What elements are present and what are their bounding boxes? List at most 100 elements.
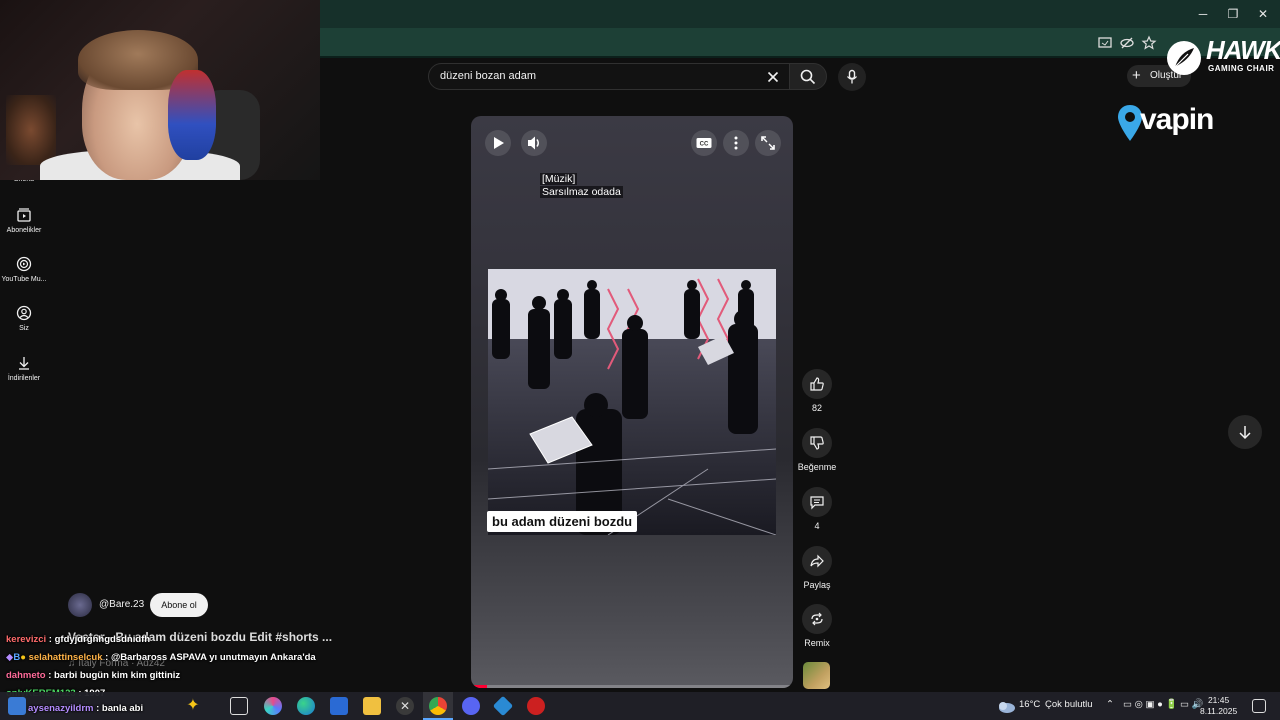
subscribe-button[interactable]: Abone ol [150, 593, 208, 617]
chat-message: kerevizci : gfdyjdrgnhgdsdnidfh [6, 634, 150, 645]
vapin-wordmark: vapin [1140, 103, 1214, 136]
video-caption-overlay: bu adam düzeni bozdu [487, 511, 638, 532]
chat-message: dahmeto : barbi bugün kim kim gittiniz [6, 670, 180, 681]
vapin-logo: vapin [1116, 103, 1236, 145]
screen: ─ ❐ ✕ Shorts Abonelikler YouTube Mu... S… [0, 0, 1280, 720]
comment-count: 4 [814, 521, 820, 531]
arrow-down-icon [1239, 426, 1251, 440]
search-icon [800, 69, 816, 85]
channel-avatar[interactable] [68, 593, 92, 617]
more-vertical-icon [734, 136, 738, 150]
subtitle-line-2: Sarsılmaz odada [540, 186, 623, 198]
dislike-button[interactable]: Beğenme [795, 428, 839, 472]
microphone-icon [846, 69, 858, 84]
fullscreen-icon [761, 136, 775, 150]
next-short-button[interactable] [1228, 415, 1262, 449]
minimize-icon[interactable]: ─ [1188, 4, 1218, 24]
chat-text: : gfdyjdrgnhgdsdnidfh [48, 634, 151, 645]
chrome-icon[interactable] [429, 697, 447, 715]
voice-search-button[interactable] [838, 63, 866, 91]
chat-username: aysenazyildrm [28, 703, 94, 714]
closed-captions-icon: CC [696, 138, 712, 148]
captions-button[interactable]: CC [691, 130, 717, 156]
system-clock[interactable]: 21:45 8.11.2025 [1200, 695, 1237, 717]
plus-icon: + [1132, 67, 1141, 84]
chat-text: : banla abi [96, 703, 144, 714]
fullscreen-button[interactable] [755, 130, 781, 156]
more-options-button[interactable] [723, 130, 749, 156]
weather-temperature: 16°C [1019, 699, 1041, 710]
eye-off-icon[interactable] [1119, 35, 1135, 51]
sidebar-item-label: Abonelikler [6, 227, 42, 234]
cloudy-weather-icon [999, 702, 1015, 713]
chat-username: selahattinselcuk [28, 652, 103, 663]
like-button[interactable]: 82 [795, 369, 839, 413]
share-button[interactable]: Paylaş [795, 546, 839, 590]
share-label: Paylaş [803, 580, 831, 590]
sidebar-item-label: YouTube Mu... [1, 276, 47, 283]
file-explorer-icon[interactable] [363, 697, 381, 715]
shorts-video-player[interactable]: CC [Müzik] Sarsılmaz odada bu adam düzen… [471, 116, 793, 688]
sidebar-item-downloads[interactable]: İndirilenler [0, 355, 48, 382]
restore-icon[interactable]: ❐ [1218, 4, 1248, 24]
svg-text:CC: CC [700, 142, 709, 148]
subscriptions-icon [17, 208, 31, 222]
subtitle-line-1: [Müzik] [540, 173, 578, 185]
outlook-icon[interactable] [330, 697, 348, 715]
clock-date: 8.11.2025 [1200, 706, 1238, 716]
windows-taskbar: aysenazyildrm : banla abi ✦ ✕ 16°C Çok b… [0, 692, 1280, 720]
account-icon [16, 305, 32, 321]
hawk-subtitle: GAMING CHAIR [1208, 64, 1275, 73]
search-input[interactable]: düzeni bozan adam [428, 63, 790, 90]
copilot-icon[interactable] [264, 697, 282, 715]
remix-icon [811, 612, 823, 626]
bookmark-star-icon[interactable] [1141, 35, 1157, 51]
address-bar [320, 28, 1280, 58]
video-progress-bar[interactable] [471, 685, 793, 688]
channel-name[interactable]: @Bare.23 [99, 599, 144, 610]
volume-button[interactable] [521, 130, 547, 156]
obs-icon[interactable] [527, 697, 545, 715]
weather-description: Çok bulutlu [1045, 699, 1093, 710]
chat-username: dahmeto [6, 670, 46, 681]
search-button[interactable] [789, 63, 827, 90]
notifications-icon[interactable] [1252, 699, 1266, 713]
app-icon[interactable] [492, 695, 514, 717]
sidebar-item-you[interactable]: Siz [0, 305, 48, 332]
tray-icons[interactable]: ▭ ◎ ▣ ● 🔋 ▭ 🔊 [1123, 699, 1203, 710]
sound-thumbnail[interactable] [803, 662, 830, 689]
tray-chevron-up-icon[interactable]: ⌃ [1106, 699, 1114, 710]
xbox-icon[interactable]: ✕ [396, 697, 414, 715]
chat-message: aysenazyildrm : banla abi [28, 703, 143, 714]
clear-search-icon[interactable] [765, 69, 781, 85]
discord-icon[interactable] [462, 697, 480, 715]
hawk-title: HAWK [1206, 35, 1280, 65]
download-icon [19, 357, 29, 370]
start-icon[interactable] [8, 697, 26, 715]
remix-label: Remix [804, 638, 830, 648]
sidebar-item-label: Siz [19, 325, 29, 332]
sidebar-item-youtube-music[interactable]: YouTube Mu... [0, 256, 48, 283]
sidebar-item-subscriptions[interactable]: Abonelikler [0, 207, 48, 234]
webcam-background-decor [6, 95, 56, 165]
like-count: 82 [811, 403, 822, 413]
play-icon [494, 137, 504, 149]
search-query: düzeni bozan adam [440, 70, 537, 82]
close-window-icon[interactable]: ✕ [1248, 4, 1278, 24]
dislike-label: Beğenme [797, 462, 837, 472]
task-view-icon[interactable] [230, 697, 248, 715]
chat-text: : barbi bugün kim kim gittiniz [48, 670, 181, 681]
thumbs-up-icon [810, 377, 824, 391]
youtube-music-icon [16, 256, 32, 272]
play-button[interactable] [485, 130, 511, 156]
comments-button[interactable]: 4 [795, 487, 839, 531]
video-frame-image [488, 269, 776, 535]
webcam-headphones [168, 70, 216, 160]
edge-icon[interactable] [297, 697, 315, 715]
chat-text: : @Barbaross ASPAVA yı unutmayın Ankara'… [105, 652, 316, 663]
remix-button[interactable]: Remix [795, 604, 839, 648]
chat-username: kerevizci [6, 634, 47, 645]
copilot-sparkle-icon[interactable]: ✦ [184, 697, 202, 715]
cast-icon[interactable] [1097, 35, 1113, 51]
security-scene-illustration [488, 269, 776, 535]
